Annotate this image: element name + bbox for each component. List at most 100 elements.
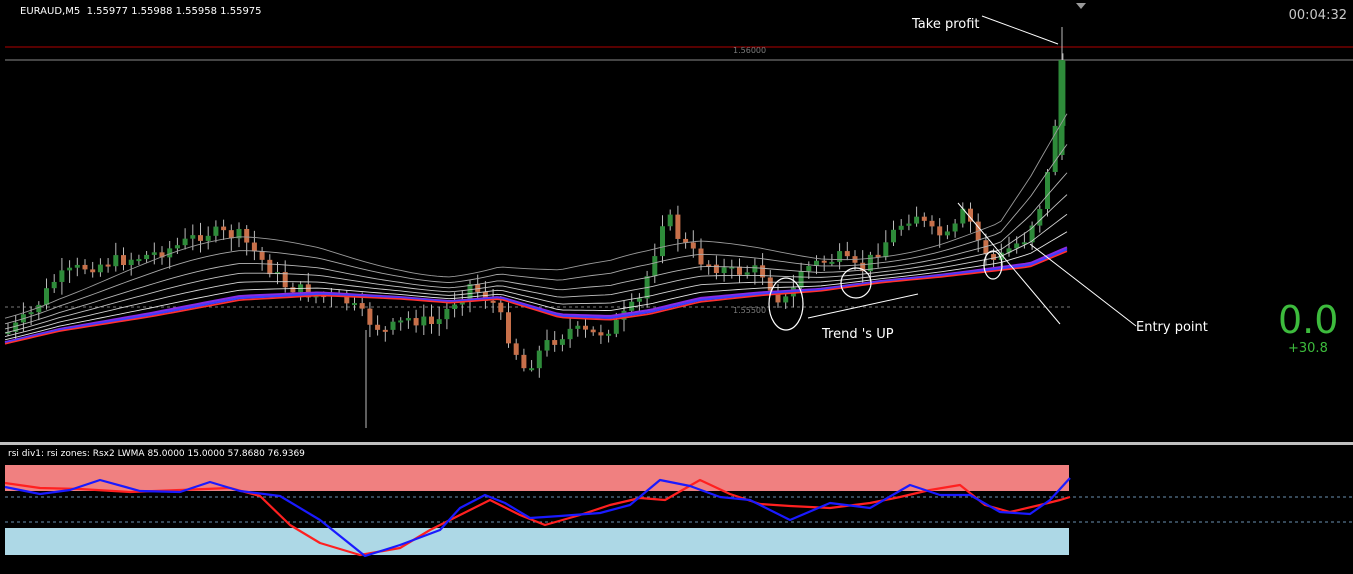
candle-body: [844, 251, 850, 257]
candle-body: [28, 312, 34, 315]
trend-line: [957, 202, 1061, 325]
candle-body: [952, 223, 958, 232]
candle-body: [698, 248, 704, 265]
candle-body: [883, 242, 889, 258]
candle-body: [536, 350, 542, 369]
trend-up-pointer-line: [807, 293, 919, 319]
candle-body: [436, 319, 442, 325]
candle-body: [97, 264, 103, 273]
entry-point-annotation[interactable]: Entry point: [1136, 320, 1208, 335]
candle-body: [1045, 171, 1050, 210]
candle-body: [352, 303, 357, 306]
candle-body: [559, 339, 565, 345]
candle-body: [929, 220, 935, 227]
candle-body: [498, 302, 504, 313]
candle-body: [521, 354, 527, 369]
candle-body: [752, 265, 758, 273]
candle-body: [190, 235, 196, 239]
ma-ribbon-line: [4, 113, 1068, 319]
candle-body: [798, 271, 804, 288]
candle-body: [821, 260, 827, 263]
rsi-lower-zone: [5, 528, 1069, 555]
candle-body: [198, 235, 203, 241]
candle-body: [636, 298, 642, 302]
candle-timer: 00:04:32: [1288, 8, 1347, 23]
candle-body: [914, 216, 920, 224]
candle-body: [251, 242, 257, 252]
candle-body: [1037, 209, 1043, 226]
candle-body: [128, 259, 134, 266]
candle-body: [567, 328, 573, 340]
candle-body: [721, 267, 727, 274]
candle-body: [513, 343, 519, 355]
candle-body: [429, 316, 434, 325]
symbol-name: EURAUD,M5: [20, 6, 81, 17]
candle-body: [36, 304, 42, 313]
candle-body: [898, 225, 904, 230]
candle-body: [552, 340, 558, 345]
candle-body: [144, 254, 150, 260]
candle-body: [991, 254, 997, 260]
candle-body: [652, 256, 658, 277]
candle-body: [444, 308, 450, 320]
candle-body: [151, 252, 157, 255]
ma-ribbon-line: [4, 231, 1068, 341]
candle-body: [74, 264, 80, 268]
ma-ribbon-line: [4, 144, 1068, 325]
candle-body: [105, 264, 111, 267]
candle-body: [937, 226, 943, 236]
candle-body: [213, 226, 219, 236]
candle-body: [713, 264, 719, 274]
candle-body: [90, 269, 96, 273]
candle-body: [744, 272, 750, 275]
candle-body: [244, 228, 250, 243]
ohlc-values: 1.55977 1.55988 1.55958 1.55975: [86, 6, 262, 17]
candle-body: [921, 216, 927, 221]
candle-body: [590, 329, 596, 333]
candle-body: [660, 226, 665, 257]
candle-body: [891, 229, 896, 243]
candle-body: [421, 316, 427, 326]
chart-shift-marker-icon[interactable]: [1076, 3, 1086, 9]
candle-body: [837, 251, 843, 262]
candle-body: [121, 255, 126, 266]
candle-body: [51, 281, 57, 289]
candle-body: [405, 318, 411, 321]
symbol-header: EURAUD,M5 1.55977 1.55988 1.55958 1.5597…: [20, 6, 262, 17]
signal-value: 0.0: [1278, 298, 1339, 342]
candle-body: [359, 303, 365, 309]
chart-canvas: [4, 15, 1353, 558]
candle-body: [267, 259, 273, 275]
candle-body: [382, 329, 388, 332]
candle-body: [367, 308, 373, 325]
candle-body: [113, 255, 119, 267]
candle-body: [829, 261, 835, 264]
candle-body: [806, 265, 812, 272]
ma-purple-line: [4, 246, 1068, 344]
candle-body: [82, 264, 88, 270]
indicator-header: rsi div1: rsi zones: Rsx2 LWMA 85.0000 1…: [8, 449, 305, 459]
take-profit-pointer-line: [981, 15, 1059, 45]
entry-point-pointer-line: [1029, 243, 1137, 327]
candle-body: [575, 325, 581, 329]
candle-body: [906, 223, 912, 226]
price-level-label-top: 1.56000: [733, 46, 767, 55]
trend-up-annotation[interactable]: Trend 's UP: [822, 327, 894, 342]
candle-body: [944, 231, 950, 236]
candle-body: [398, 320, 404, 323]
rsi-upper-zone: [5, 465, 1069, 491]
candle-body: [1058, 60, 1065, 155]
candle-body: [506, 312, 511, 344]
candle-body: [390, 321, 396, 330]
candle-body: [221, 226, 227, 231]
candle-body: [690, 242, 696, 249]
candle-body: [59, 270, 65, 282]
candle-body: [290, 287, 296, 293]
candle-body: [544, 340, 550, 351]
candle-body: [259, 251, 265, 260]
candle-body: [228, 230, 234, 239]
candle-body: [205, 235, 211, 241]
candle-body: [413, 318, 419, 326]
candle-body: [174, 245, 180, 249]
take-profit-annotation[interactable]: Take profit: [912, 17, 980, 32]
